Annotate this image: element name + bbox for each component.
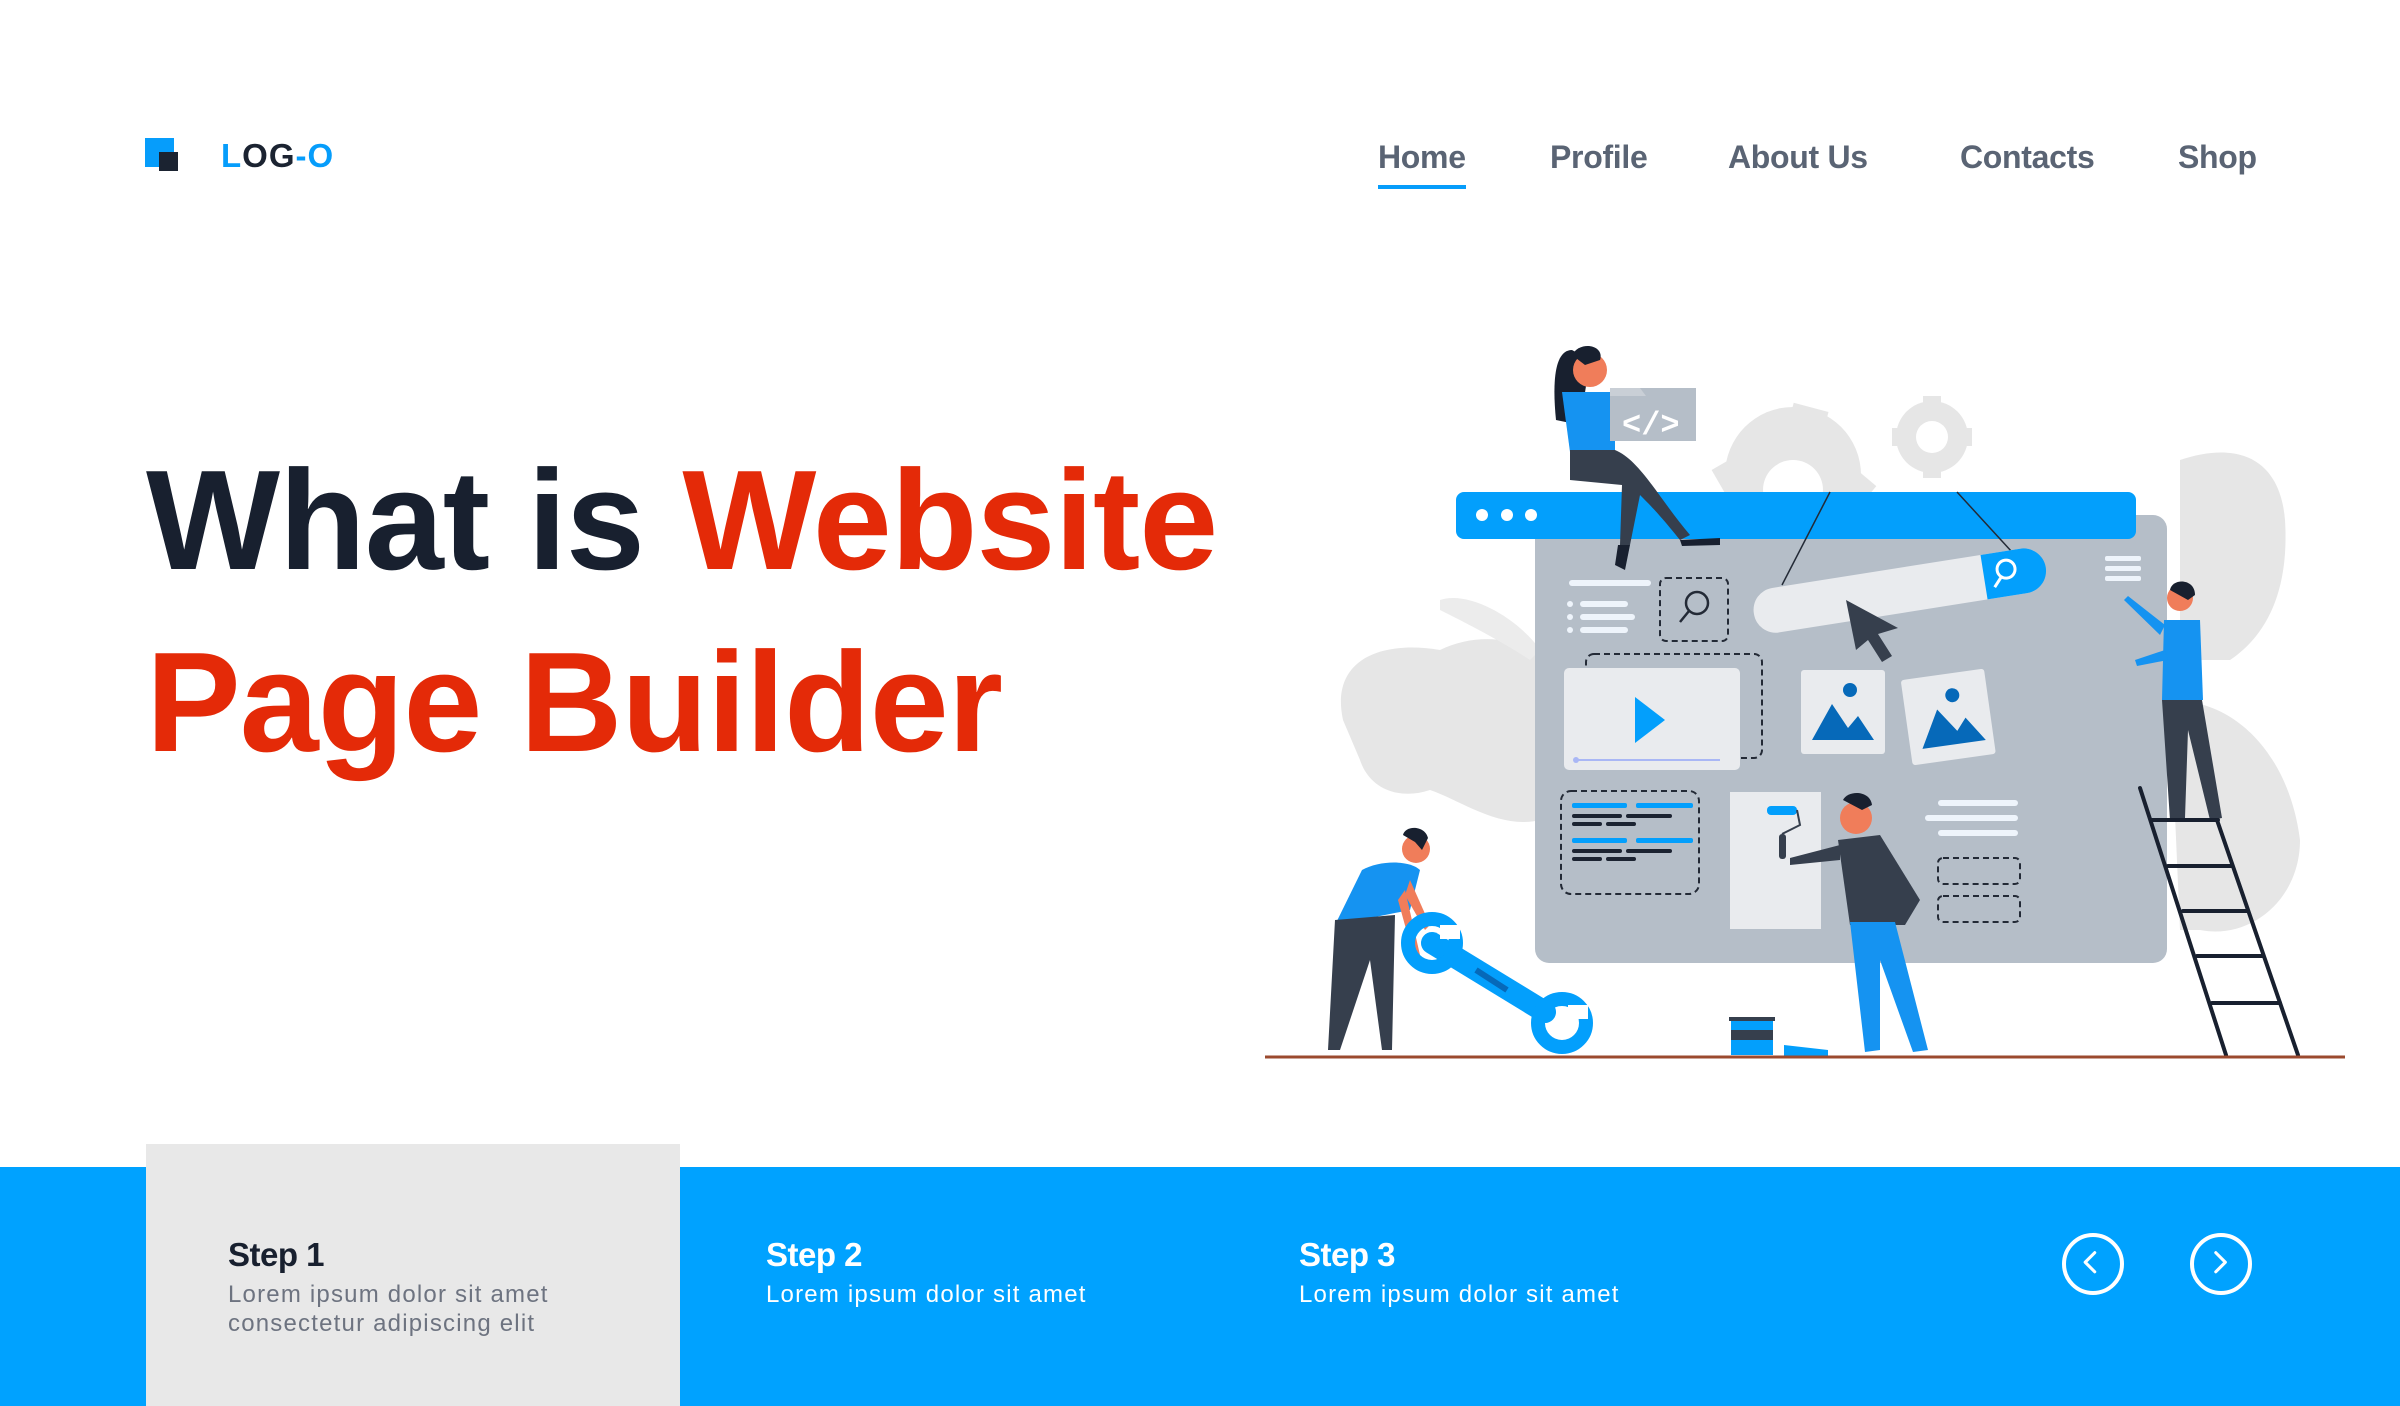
hero-headline: What is Website Page Builder [146,430,1218,794]
step-title: Step 2 [766,1236,863,1273]
headline-line2: Page Builder [146,623,1003,782]
step-description: Lorem ipsum dolor sit amet [766,1281,1087,1308]
chevron-right-icon [2214,1251,2227,1274]
logo-squares-icon [145,138,181,174]
step-card-1[interactable]: Step 1 Lorem ipsum dolor sit amet consec… [146,1144,680,1406]
browser-title-bar [1456,492,2136,539]
gear-icon [1892,396,1972,478]
step-title: Step 1 [228,1236,325,1273]
chevron-left-icon [2083,1251,2097,1274]
nav-item-about-us[interactable]: About Us [1728,132,1868,182]
headline-dark-text: What is [146,441,683,600]
logo[interactable]: LOG-O [145,138,334,174]
step-description: Lorem ipsum dolor sit amet [1299,1281,1620,1308]
menu-icon [2105,556,2141,581]
window-dot [1476,509,1488,521]
image-icon [1901,668,1996,766]
step-description: Lorem ipsum dolor sit amet consectetur a… [228,1281,549,1337]
nav-item-contacts[interactable]: Contacts [1960,132,2095,182]
nav-item-home[interactable]: Home [1378,132,1466,189]
nav-item-profile[interactable]: Profile [1550,132,1648,182]
paint-roller-icon [1767,806,1797,815]
step-title: Step 3 [1299,1236,1396,1273]
code-icon: </> [1622,407,1680,444]
headline-highlight-text: Website [682,441,1218,600]
paint-bucket-icon [1729,1017,1828,1057]
prev-button[interactable] [2062,1233,2124,1295]
nav-item-shop[interactable]: Shop [2178,132,2257,182]
video-player-graphic [1564,668,1740,770]
window-dot [1525,509,1537,521]
window-dot [1501,509,1513,521]
step-card-2[interactable]: Step 2 Lorem ipsum dolor sit amet [680,1144,1214,1406]
logo-text: LOG-O [221,137,335,174]
next-button[interactable] [2190,1233,2252,1295]
step-card-3[interactable]: Step 3 Lorem ipsum dolor sit amet [1214,1144,1748,1406]
image-icon [1801,670,1885,754]
